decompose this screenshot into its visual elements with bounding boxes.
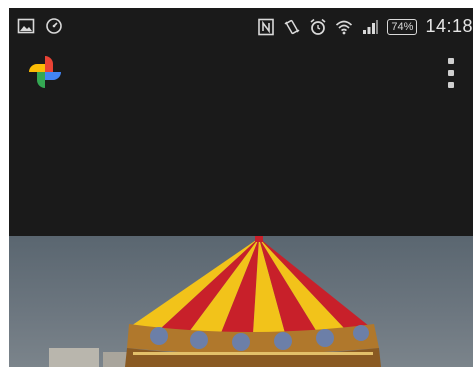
app-bar xyxy=(9,44,473,104)
more-vert-icon[interactable] xyxy=(441,58,461,88)
nfc-icon xyxy=(257,18,275,36)
wifi-icon xyxy=(335,18,353,36)
vibrate-icon xyxy=(283,18,301,36)
status-time: 14:18 xyxy=(425,16,473,36)
phone-screen: 74% 14:18 xyxy=(9,8,473,367)
signal-icon xyxy=(361,18,379,36)
alarm-icon xyxy=(309,18,327,36)
gallery-icon xyxy=(17,17,35,35)
battery-indicator: 74% xyxy=(387,18,418,35)
google-photos-pinwheel-icon[interactable] xyxy=(25,52,65,92)
sync-icon xyxy=(45,17,63,35)
status-bar: 74% 14:18 xyxy=(9,8,473,44)
carousel-image[interactable] xyxy=(9,236,473,367)
